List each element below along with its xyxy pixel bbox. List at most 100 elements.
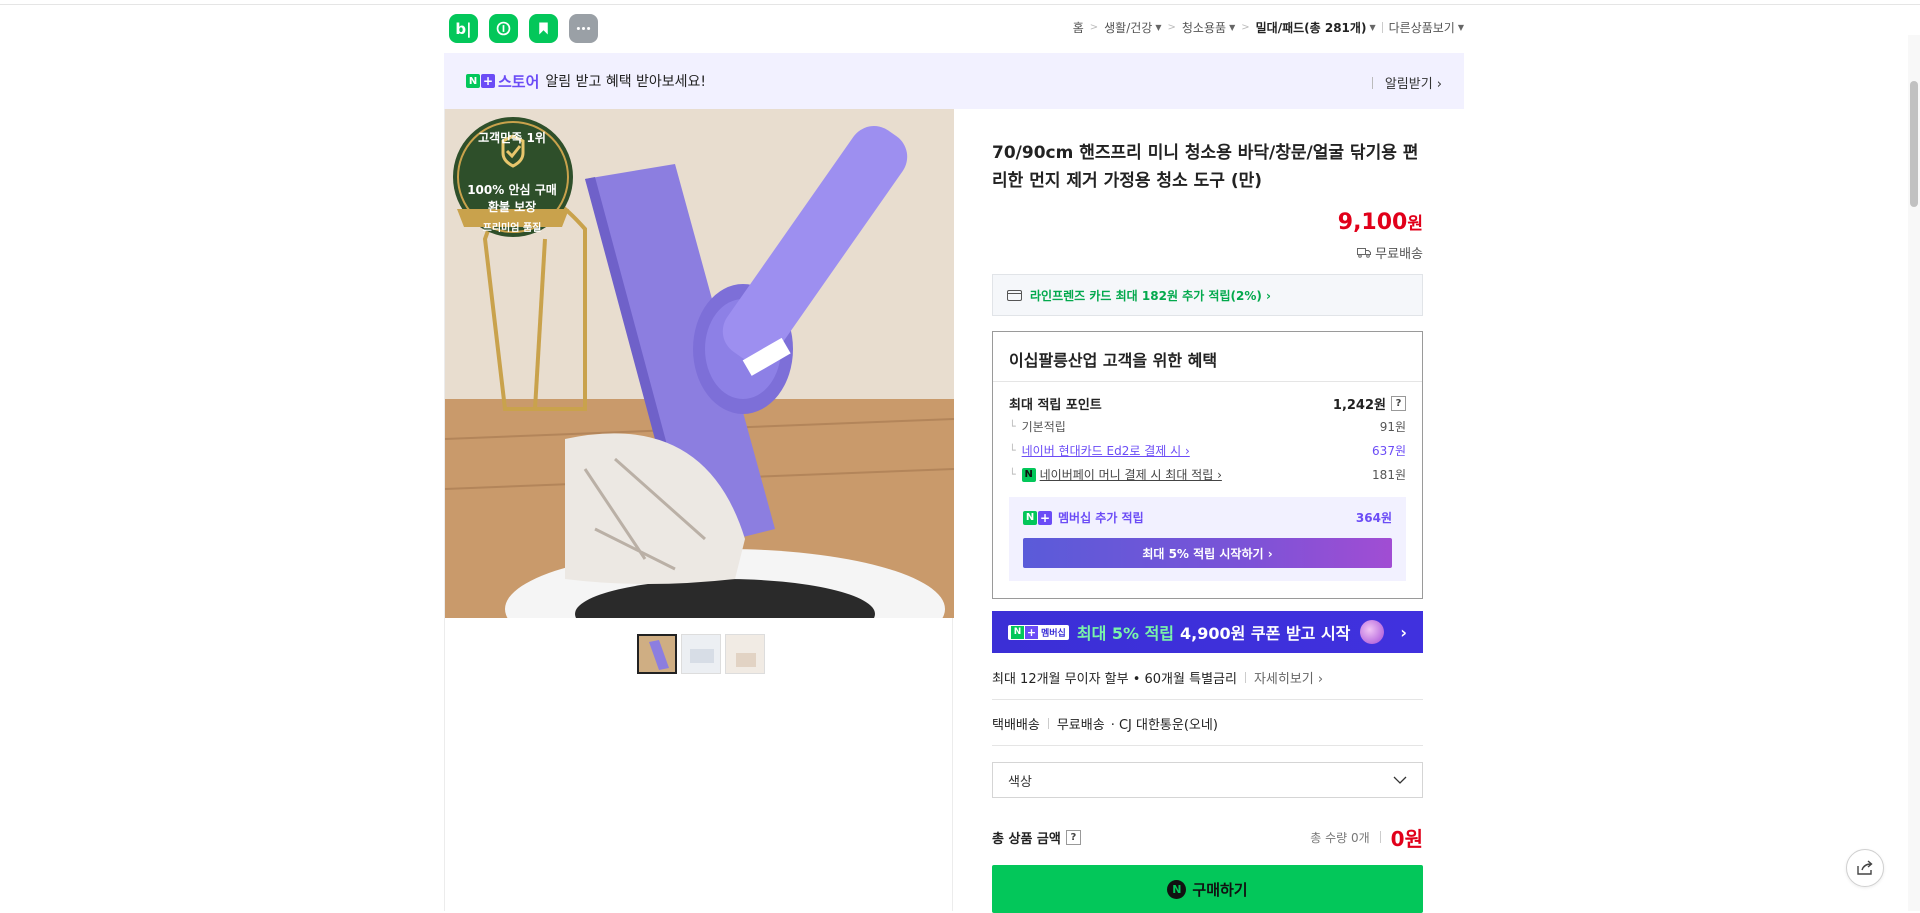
divider [1244,672,1246,683]
membership-badge: N + 멤버십 [1008,624,1069,640]
caret-down-icon: ▼ [1155,23,1162,32]
coupon-highlight-text: 최대 5% 적립 [1076,624,1175,643]
browser-top-line [0,0,1920,5]
caret-down-icon: ▼ [1229,23,1236,32]
cafe-icon[interactable] [489,14,518,43]
credit-card-icon [1007,289,1022,301]
chevron-right-icon: > [1167,22,1176,33]
divider [1047,718,1049,729]
membership-box: N + 멤버십 추가 적립 364원 최대 5% 적립 시작하기 › [1009,497,1406,581]
thumbnail-2[interactable] [681,634,721,674]
more-apps-icon[interactable] [569,14,598,43]
share-icon [1857,860,1873,875]
installment-detail-link[interactable]: 자세히보기 › [1254,668,1323,687]
other-products-link[interactable]: 다른상품보기 [1389,19,1455,36]
hyundai-card-link[interactable]: 네이버 현대카드 Ed2로 결제 시 › [1022,442,1190,459]
breadcrumb: 홈 > 생활/건강 ▼ > 청소용품 ▼ > 밀대/패드(총 281개) ▼ 다른상품… [1073,19,1464,36]
divider [1379,831,1381,843]
nplus-logo-icon: N + [466,74,495,88]
scrollbar-thumb[interactable] [1910,81,1918,207]
benefit-row: └ N 네이버페이 머니 결제 시 최대 적립 › 181원 [1009,466,1406,483]
share-button[interactable] [1846,849,1884,887]
benefit-row-value: 637원 [1372,444,1406,458]
total-label: 총 상품 금액 [992,831,1061,847]
tree-branch-icon: └ [1009,444,1016,457]
color-option-select[interactable]: 색상 [992,762,1423,798]
total-amount: 0원 [1390,826,1423,851]
product-price: 9,100원 [1338,209,1423,235]
breadcrumb-home[interactable]: 홈 [1073,19,1084,36]
thumbnail-1[interactable] [637,634,677,674]
badge-top-text: 고객만족 1위 [478,131,546,145]
store-brand: 스토어 [498,72,540,91]
divider [1371,76,1373,89]
bookmark-icon[interactable] [529,14,558,43]
benefit-row-label: 기본적립 [1021,420,1066,434]
chevron-down-icon [1393,776,1407,784]
page-scrollbar[interactable] [1908,35,1920,911]
notification-banner: N + 스토어 알림 받고 혜택 받아보세요! 알림받기 › [444,53,1464,109]
membership-label: 멤버십 추가 적립 [1058,511,1144,525]
chevron-right-icon: > [1089,22,1099,33]
blog-icon[interactable]: b| [449,14,478,43]
notification-text: 알림 받고 혜택 받아보세요! [545,74,707,90]
product-gallery: 고객만족 1위 100% 안심 구매 환불 보장 프리미엄 품질 [444,109,954,911]
caret-down-icon: ▼ [1457,23,1464,32]
app-icon-group: b| [449,14,598,43]
product-main-image[interactable]: 고객만족 1위 100% 안심 구매 환불 보장 프리미엄 품질 [445,109,954,618]
help-icon[interactable]: ? [1391,396,1406,411]
membership-row: N + 멤버십 추가 적립 364원 [1023,509,1392,526]
installment-text: 최대 12개월 무이자 할부 • 60개월 특별금리 [992,672,1237,687]
option-placeholder: 색상 [1008,774,1032,790]
card-offer-text: 라인프렌즈 카드 최대 182원 추가 적립(2%) › [1030,288,1271,303]
breadcrumb-category-1[interactable]: 생활/건강 [1104,19,1152,36]
total-quantity: 총 수량 0개 [1310,830,1370,845]
membership-start-button[interactable]: 최대 5% 적립 시작하기 › [1023,538,1392,568]
buy-label: 구매하기 [1192,880,1248,899]
max-point-row: 최대 적립 포인트 1,242원? [1009,394,1406,413]
thumbnail-3[interactable] [725,634,765,674]
tree-branch-icon: └ [1009,468,1016,481]
benefit-row: └ 기본적립 91원 [1009,418,1406,435]
naverpay-n-icon: N [1167,879,1187,899]
truck-icon [1357,248,1372,258]
benefit-row-value: 181원 [1372,468,1406,482]
delivery-info: 택배배송 무료배송 · CJ 대한통운(오네) [992,714,1423,746]
coupon-text: 4,900원 쿠폰 받고 시작 [1180,624,1351,643]
price-value: 9,100 [1337,210,1408,235]
chevron-right-icon: > [1241,22,1250,33]
benefit-title: 이십팔릉산업 고객을 위한 혜택 [993,332,1422,382]
product-title: 70/90cm 핸즈프리 미니 청소용 바닥/창문/얼굴 닦기용 편리한 먼지 … [992,143,1419,191]
benefit-row-value: 91원 [1379,420,1406,434]
badge-mid-text-1: 100% 안심 구매 [467,183,557,197]
shipping-text: 무료배송 [1375,247,1423,262]
max-point-label: 최대 적립 포인트 [1009,398,1102,413]
chevron-right-icon: › [1400,622,1407,642]
badge-mid-text-2: 환불 보장 [487,200,537,214]
total-price-row: 총 상품 금액? 총 수량 0개 0원 [992,822,1423,852]
installment-info: 최대 12개월 무이자 할부 • 60개월 특별금리 자세히보기 › [992,668,1423,700]
caret-down-icon: ▼ [1369,23,1376,32]
buy-button[interactable]: N 구매하기 [992,865,1423,913]
badge-ribbon-text: 프리미엄 품질 [482,223,542,234]
thumbnail-list [637,634,765,674]
tree-branch-icon: └ [1009,420,1016,433]
naverpay-money-link[interactable]: 네이버페이 머니 결제 시 최대 적립 › [1040,466,1222,483]
membership-coupon-banner[interactable]: N + 멤버십 최대 5% 적립 4,900원 쿠폰 받고 시작 › [992,611,1423,653]
shipping-info: 무료배송 [1357,243,1423,262]
delivery-fee: 무료배송 [1056,718,1105,733]
divider [1381,22,1383,33]
subscribe-alert-button[interactable]: 알림받기 › [1371,73,1442,92]
benefit-row: └ 네이버 현대카드 Ed2로 결제 시 › 637원 [1009,442,1406,459]
membership-value: 364원 [1355,511,1392,525]
seller-benefit-box: 이십팔릉산업 고객을 위한 혜택 최대 적립 포인트 1,242원? └ 기본적립… [992,331,1423,599]
subscribe-alert-label: 알림받기 › [1384,77,1442,92]
nplus-logo-icon: N + [1023,510,1052,525]
delivery-carrier: · CJ 대한통운(오네) [1110,718,1218,733]
naverpay-icon: N [1021,467,1036,482]
breadcrumb-category-2[interactable]: 청소용품 [1182,19,1226,36]
help-icon[interactable]: ? [1065,829,1081,845]
delivery-type: 택배배송 [992,718,1040,733]
card-offer-link[interactable]: 라인프렌즈 카드 최대 182원 추가 적립(2%) › [992,274,1423,316]
breadcrumb-current[interactable]: 밀대/패드(총 281개) [1256,19,1367,36]
